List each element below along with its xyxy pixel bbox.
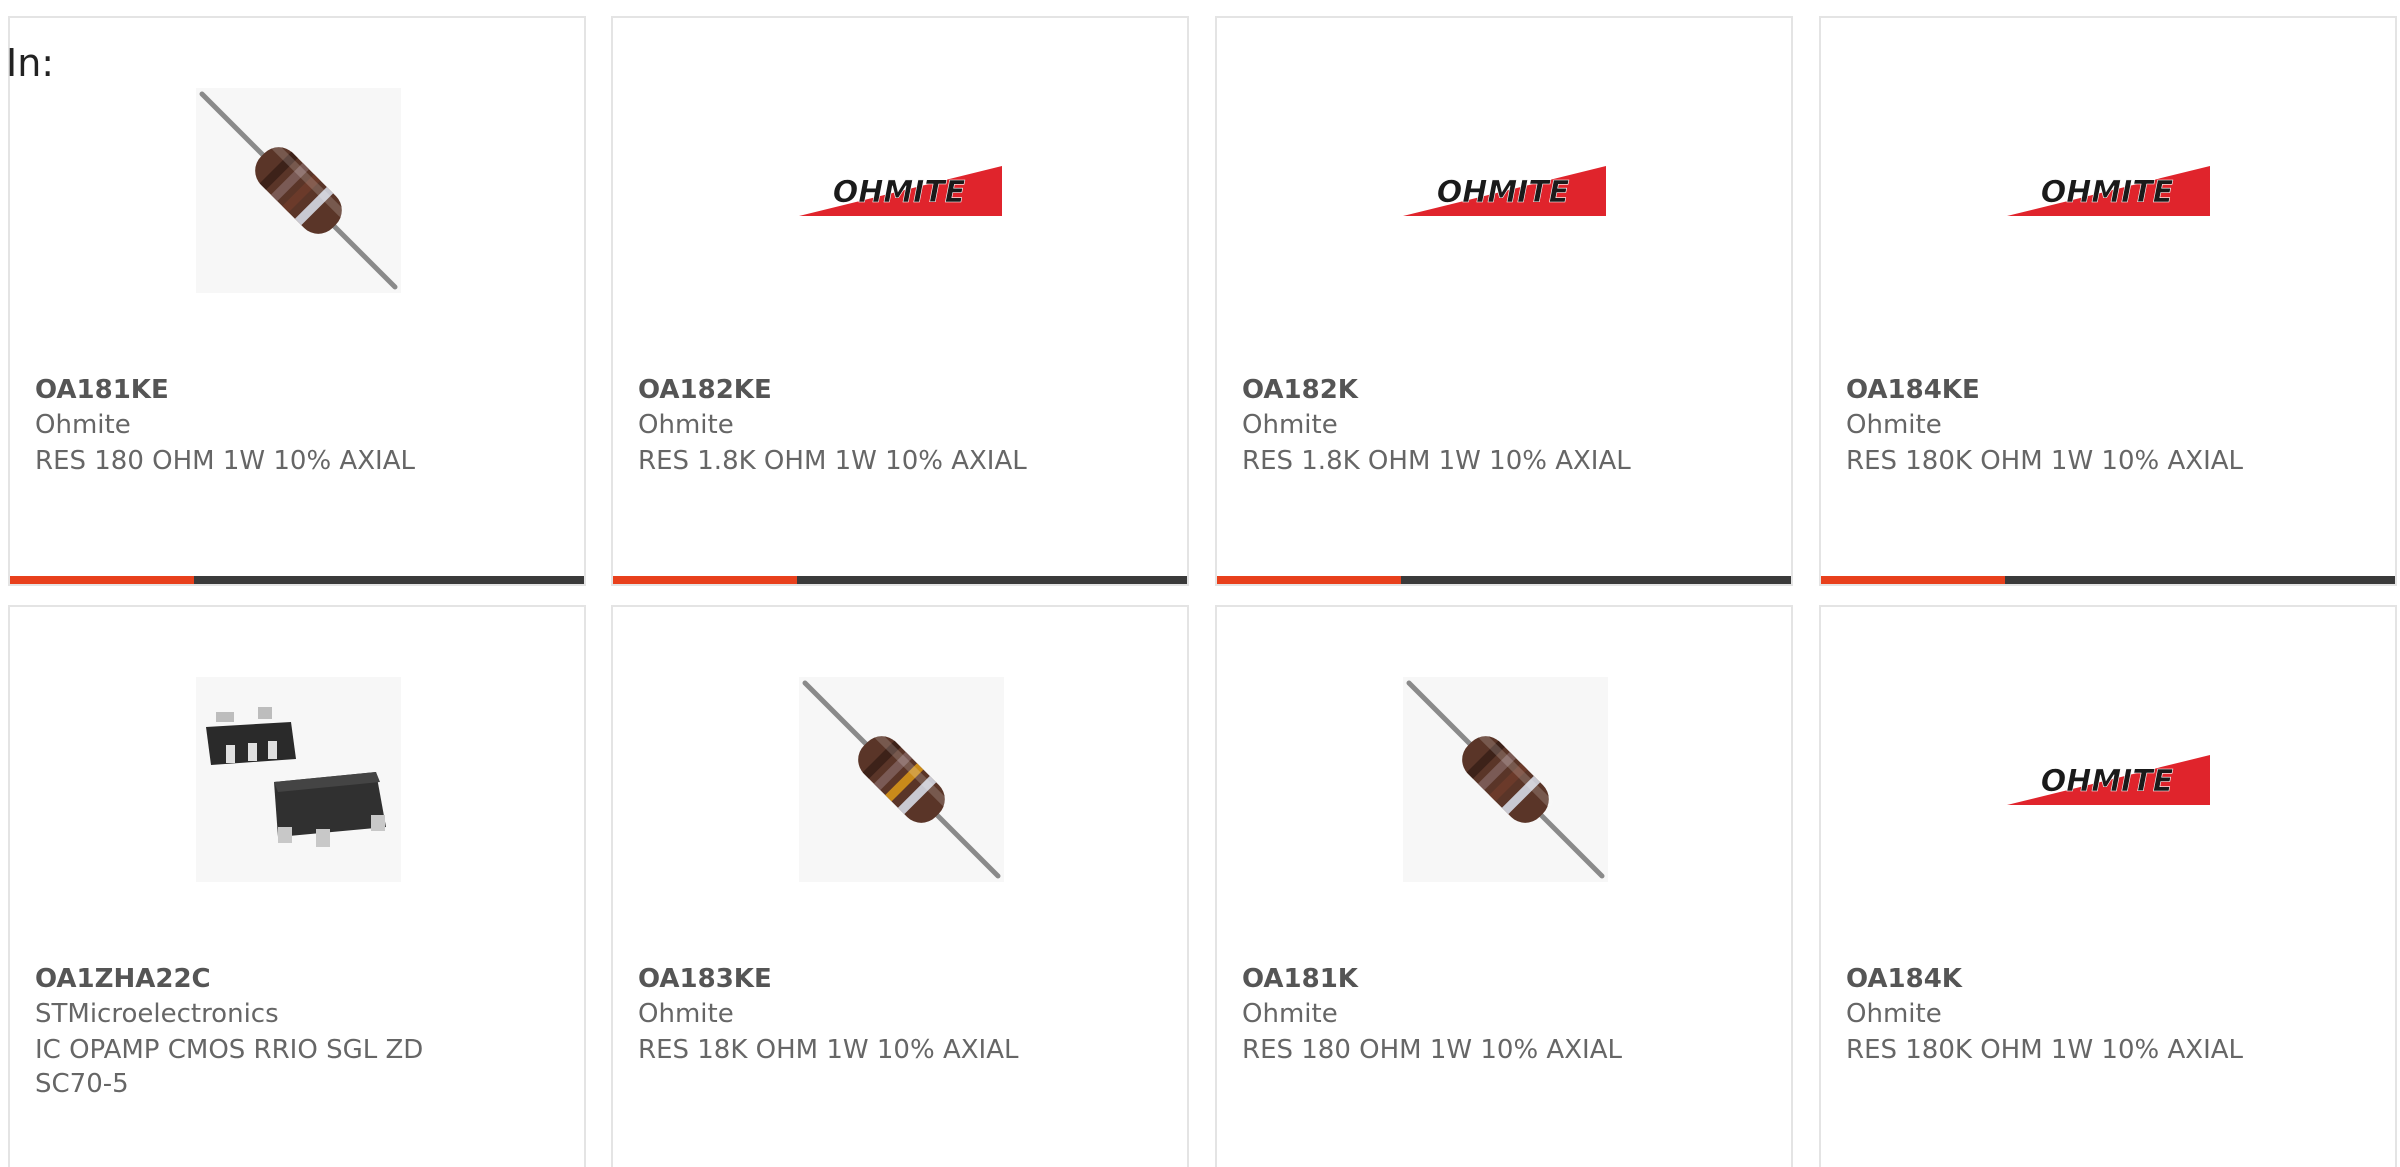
product-manufacturer: Ohmite	[638, 410, 734, 440]
product-description: RES 18K OHM 1W 10% AXIAL	[638, 1035, 1019, 1065]
product-card[interactable]: OA181K Ohmite RES 180 OHM 1W 10% AXIAL	[1215, 605, 1793, 1167]
product-part-number[interactable]: OA183KE	[638, 964, 772, 994]
product-card[interactable]: OA181KE Ohmite RES 180 OHM 1W 10% AXIAL	[8, 16, 586, 586]
product-description: RES 180 OHM 1W 10% AXIAL	[1242, 1035, 1622, 1065]
product-manufacturer: Ohmite	[638, 999, 734, 1029]
product-part-number[interactable]: OA182K	[1242, 375, 1358, 405]
svg-text:OHMITE: OHMITE	[2041, 764, 2174, 799]
product-description: RES 180K OHM 1W 10% AXIAL	[1846, 1035, 2244, 1065]
product-manufacturer: Ohmite	[1242, 410, 1338, 440]
product-manufacturer: Ohmite	[1846, 410, 1942, 440]
product-part-number[interactable]: OA182KE	[638, 375, 772, 405]
resistor-brown-icon	[196, 88, 401, 293]
product-part-number[interactable]: OA184KE	[1846, 375, 1980, 405]
svg-text:OHMITE: OHMITE	[2041, 175, 2174, 210]
ohmite-logo: OHMITE	[2007, 677, 2212, 882]
progress-bar	[1821, 576, 2395, 584]
product-manufacturer: Ohmite	[35, 410, 131, 440]
ohmite-logo: OHMITE	[2007, 88, 2212, 293]
ohmite-logo: OHMITE	[799, 88, 1004, 293]
svg-text:OHMITE: OHMITE	[1437, 175, 1570, 210]
product-part-number[interactable]: OA184K	[1846, 964, 1962, 994]
progress-bar	[613, 576, 1187, 584]
progress-bar-fill	[10, 576, 194, 584]
product-grid-page: In: OA181KE Ohmite RES 180 OHM 1W 10% AX…	[0, 0, 2400, 1167]
progress-bar-fill	[1217, 576, 1401, 584]
product-card[interactable]: OA1ZHA22C STMicroelectronics IC OPAMP CM…	[8, 605, 586, 1167]
resistor-brown-icon	[1403, 677, 1608, 882]
filter-in-label: In:	[6, 41, 55, 85]
product-manufacturer: Ohmite	[1846, 999, 1942, 1029]
progress-bar	[10, 576, 584, 584]
product-description: RES 1.8K OHM 1W 10% AXIAL	[638, 446, 1027, 476]
product-card[interactable]: OHMITE OA184K Ohmite RES 180K OHM 1W 10%…	[1819, 605, 2397, 1167]
product-card[interactable]: OHMITE OA182KE Ohmite RES 1.8K OHM 1W 10…	[611, 16, 1189, 586]
product-description: IC OPAMP CMOS RRIO SGL ZD SC70-5	[35, 1035, 424, 1099]
ohmite-logo: OHMITE	[1403, 88, 1608, 293]
product-part-number[interactable]: OA1ZHA22C	[35, 964, 211, 994]
progress-bar-fill	[613, 576, 797, 584]
progress-bar-fill	[1821, 576, 2005, 584]
resistor-orange-icon	[799, 677, 1004, 882]
product-card[interactable]: OA183KE Ohmite RES 18K OHM 1W 10% AXIAL	[611, 605, 1189, 1167]
product-card[interactable]: OHMITE OA182K Ohmite RES 1.8K OHM 1W 10%…	[1215, 16, 1793, 586]
svg-text:OHMITE: OHMITE	[833, 175, 966, 210]
product-description: RES 180K OHM 1W 10% AXIAL	[1846, 446, 2244, 476]
product-description: RES 1.8K OHM 1W 10% AXIAL	[1242, 446, 1631, 476]
progress-bar	[1217, 576, 1791, 584]
product-part-number[interactable]: OA181K	[1242, 964, 1358, 994]
product-description: RES 180 OHM 1W 10% AXIAL	[35, 446, 415, 476]
product-part-number[interactable]: OA181KE	[35, 375, 169, 405]
product-card[interactable]: OHMITE OA184KE Ohmite RES 180K OHM 1W 10…	[1819, 16, 2397, 586]
product-manufacturer: Ohmite	[1242, 999, 1338, 1029]
product-manufacturer: STMicroelectronics	[35, 999, 279, 1029]
ic-package-icon	[196, 677, 401, 882]
